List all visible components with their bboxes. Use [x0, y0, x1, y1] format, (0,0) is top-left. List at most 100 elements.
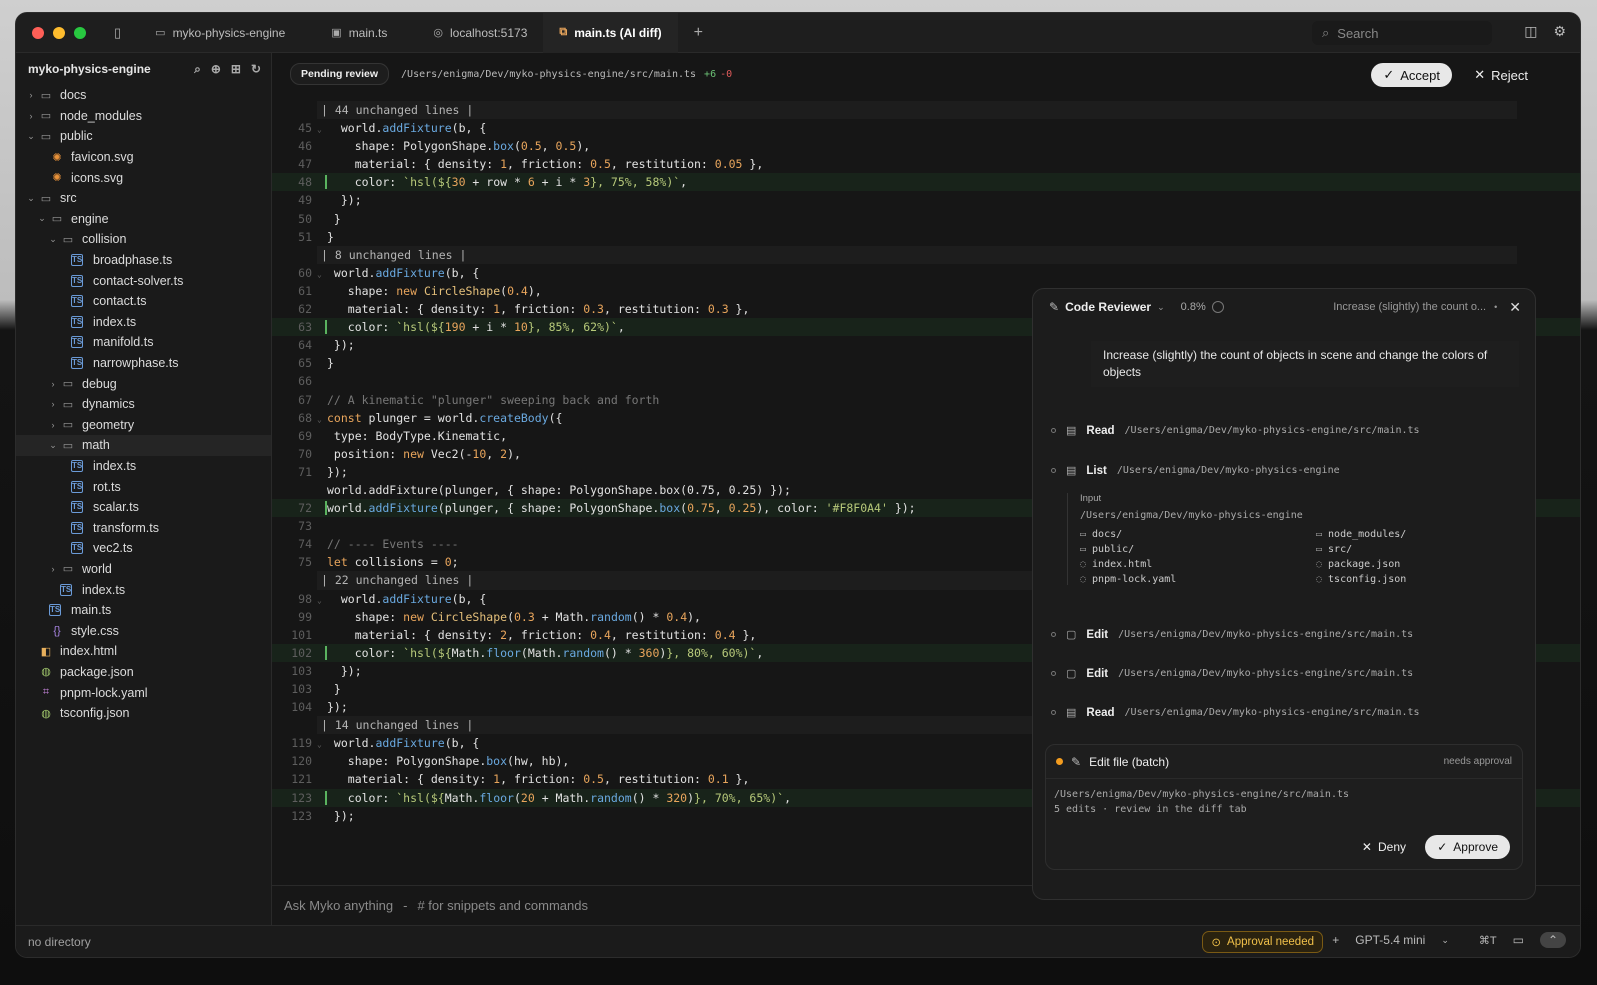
list-result-item: ▭ src/	[1316, 544, 1516, 555]
tree-item[interactable]: TS transform.ts	[16, 517, 271, 538]
tree-item[interactable]: ◧ index.html	[16, 641, 271, 662]
chevron-icon[interactable]: ⌄	[46, 440, 60, 451]
tree-item[interactable]: TS contact-solver.ts	[16, 270, 271, 291]
maximize-window-button[interactable]	[74, 26, 86, 39]
minimize-window-button[interactable]	[53, 26, 65, 39]
tool-call-read[interactable]: ▤ Read/Users/enigma/Dev/myko-physics-engi…	[1051, 706, 1420, 719]
tool-call-edit[interactable]: ▢ Edit/Users/enigma/Dev/myko-physics-engi…	[1051, 628, 1413, 641]
tree-item[interactable]: › ▭ world	[16, 559, 271, 580]
new-folder-icon[interactable]: ⊞	[231, 62, 241, 77]
tool-call-list[interactable]: ▤ List/Users/enigma/Dev/myko-physics-engi…	[1051, 464, 1340, 477]
tab-localhost[interactable]: ◎ localhost:5173	[417, 13, 543, 53]
accept-button[interactable]: ✓ Accept	[1371, 63, 1452, 87]
robot-icon[interactable]: ◫	[1524, 23, 1537, 40]
chevron-icon[interactable]: ›	[46, 564, 60, 574]
search-icon[interactable]: ⌕	[194, 62, 201, 77]
tree-item[interactable]: › ▭ debug	[16, 373, 271, 394]
tree-item[interactable]: TS vec2.ts	[16, 538, 271, 559]
sidebar-toggle-icon[interactable]: ▯	[114, 25, 121, 41]
card-path: /Users/enigma/Dev/myko-physics-engine/sr…	[1054, 789, 1350, 800]
reject-button[interactable]: ✕ Reject	[1474, 63, 1528, 87]
ts-file-icon: TS	[71, 459, 83, 472]
list-result-item: ▭ docs/	[1080, 529, 1316, 540]
tree-item[interactable]: ⌄ ▭ engine	[16, 209, 271, 230]
lines-removed-count: -0	[720, 68, 733, 80]
unchanged-label[interactable]: | 44 unchanged lines |	[317, 101, 1517, 120]
tree-item[interactable]: TS scalar.ts	[16, 497, 271, 518]
line-number: 49	[298, 193, 312, 208]
tree-item[interactable]: TS manifold.ts	[16, 332, 271, 353]
tree-item[interactable]: TS rot.ts	[16, 476, 271, 497]
tab-project[interactable]: ▭ myko-physics-engine	[139, 13, 301, 53]
new-tab-button[interactable]: +	[678, 13, 719, 53]
send-button[interactable]: ⌃	[1539, 932, 1566, 948]
file-tree: › ▭ docs › ▭ node_modules ⌄ ▭ public ✺ favicon.svg…	[16, 85, 271, 723]
tree-item[interactable]: ✺ icons.svg	[16, 167, 271, 188]
agent-selector[interactable]: Code Reviewer	[1065, 300, 1151, 314]
code-text: });	[327, 338, 355, 353]
tree-item[interactable]: › ▭ docs	[16, 85, 271, 106]
tree-item[interactable]: TS index.ts	[16, 579, 271, 600]
add-icon[interactable]: +	[1332, 933, 1339, 947]
tree-item[interactable]: {} style.css	[16, 620, 271, 641]
tab-main-ts[interactable]: ▣ main.ts	[315, 13, 403, 53]
gear-icon[interactable]: ⚙	[1553, 23, 1566, 40]
code-line: 60 ⌄ world.addFixture(b, {	[272, 264, 1580, 282]
chevron-icon[interactable]: ›	[46, 379, 60, 389]
approval-needed-badge[interactable]: ⊙ Approval needed	[1202, 931, 1323, 953]
tab-ai-diff[interactable]: ⧉ main.ts (AI diff)	[543, 13, 678, 53]
chevron-icon[interactable]: ⌄	[46, 234, 60, 245]
tree-item[interactable]: ⌗ pnpm-lock.yaml	[16, 682, 271, 703]
yaml-file-icon: ⌗	[42, 686, 50, 699]
input-label: Input	[1080, 493, 1102, 504]
chevron-icon[interactable]: ›	[46, 399, 60, 409]
chevron-icon[interactable]: ⌄	[24, 131, 38, 142]
chevron-icon[interactable]: ›	[46, 420, 60, 430]
tree-item[interactable]: ✺ favicon.svg	[16, 147, 271, 168]
tree-item[interactable]: TS index.ts	[16, 456, 271, 477]
tree-item[interactable]: › ▭ geometry	[16, 415, 271, 436]
tool-call-read[interactable]: ▤ Read/Users/enigma/Dev/myko-physics-engi…	[1051, 424, 1420, 437]
line-number: 60	[298, 265, 312, 280]
code-text: const plunger = world.createBody({	[327, 410, 563, 425]
new-file-icon[interactable]: ⊕	[211, 62, 221, 77]
search-field[interactable]: ⌕ Search	[1312, 21, 1492, 45]
chevron-icon[interactable]: ⌄	[35, 213, 49, 224]
chevron-icon[interactable]: ›	[24, 111, 38, 121]
chevron-down-icon[interactable]: ⌄	[1441, 935, 1449, 946]
deny-label: Deny	[1377, 840, 1406, 854]
tree-item[interactable]: › ▭ node_modules	[16, 106, 271, 127]
tree-item[interactable]: TS main.ts	[16, 600, 271, 621]
tree-item[interactable]: TS index.ts	[16, 312, 271, 333]
line-number: 47	[298, 157, 312, 172]
tree-item[interactable]: TS narrowphase.ts	[16, 353, 271, 374]
file-explorer: myko-physics-engine ⌕ ⊕ ⊞ ↻ › ▭ docs › ▭ node…	[16, 53, 272, 957]
model-selector[interactable]: GPT-5.4 mini	[1355, 933, 1425, 947]
css-file-icon: {}	[53, 624, 61, 637]
chevron-icon[interactable]: ⌄	[24, 193, 38, 204]
refresh-icon[interactable]: ↻	[251, 62, 261, 77]
deny-button[interactable]: ✕ Deny	[1362, 835, 1406, 859]
tree-item[interactable]: ◍ package.json	[16, 662, 271, 683]
unchanged-label[interactable]: | 8 unchanged lines |	[317, 245, 1517, 264]
tree-item[interactable]: ⌄ ▭ collision	[16, 229, 271, 250]
tree-item[interactable]: ⌄ ▭ src	[16, 188, 271, 209]
tree-item[interactable]: ⌄ ▭ public	[16, 126, 271, 147]
close-panel-button[interactable]: ✕	[1509, 299, 1521, 316]
tree-item[interactable]: TS contact.ts	[16, 291, 271, 312]
tree-item[interactable]: TS broadphase.ts	[16, 250, 271, 271]
approve-button[interactable]: ✓ Approve	[1425, 835, 1510, 859]
chat-icon[interactable]: ▭	[1513, 933, 1524, 947]
edit-icon: ▢	[1066, 668, 1077, 680]
tool-label: Read	[1086, 424, 1115, 437]
tree-item-label: geometry	[82, 417, 135, 432]
tree-item[interactable]: ◍ tsconfig.json	[16, 703, 271, 724]
chevron-down-icon[interactable]: ⌄	[1157, 302, 1165, 313]
tree-item[interactable]: › ▭ dynamics	[16, 394, 271, 415]
chevron-icon[interactable]: ›	[24, 90, 38, 100]
code-text: });	[327, 808, 355, 823]
close-window-button[interactable]	[32, 26, 44, 39]
tree-item[interactable]: ⌄ ▭ math	[16, 435, 271, 456]
tool-call-edit[interactable]: ▢ Edit/Users/enigma/Dev/myko-physics-engi…	[1051, 667, 1413, 680]
line-number: 123	[291, 790, 312, 805]
